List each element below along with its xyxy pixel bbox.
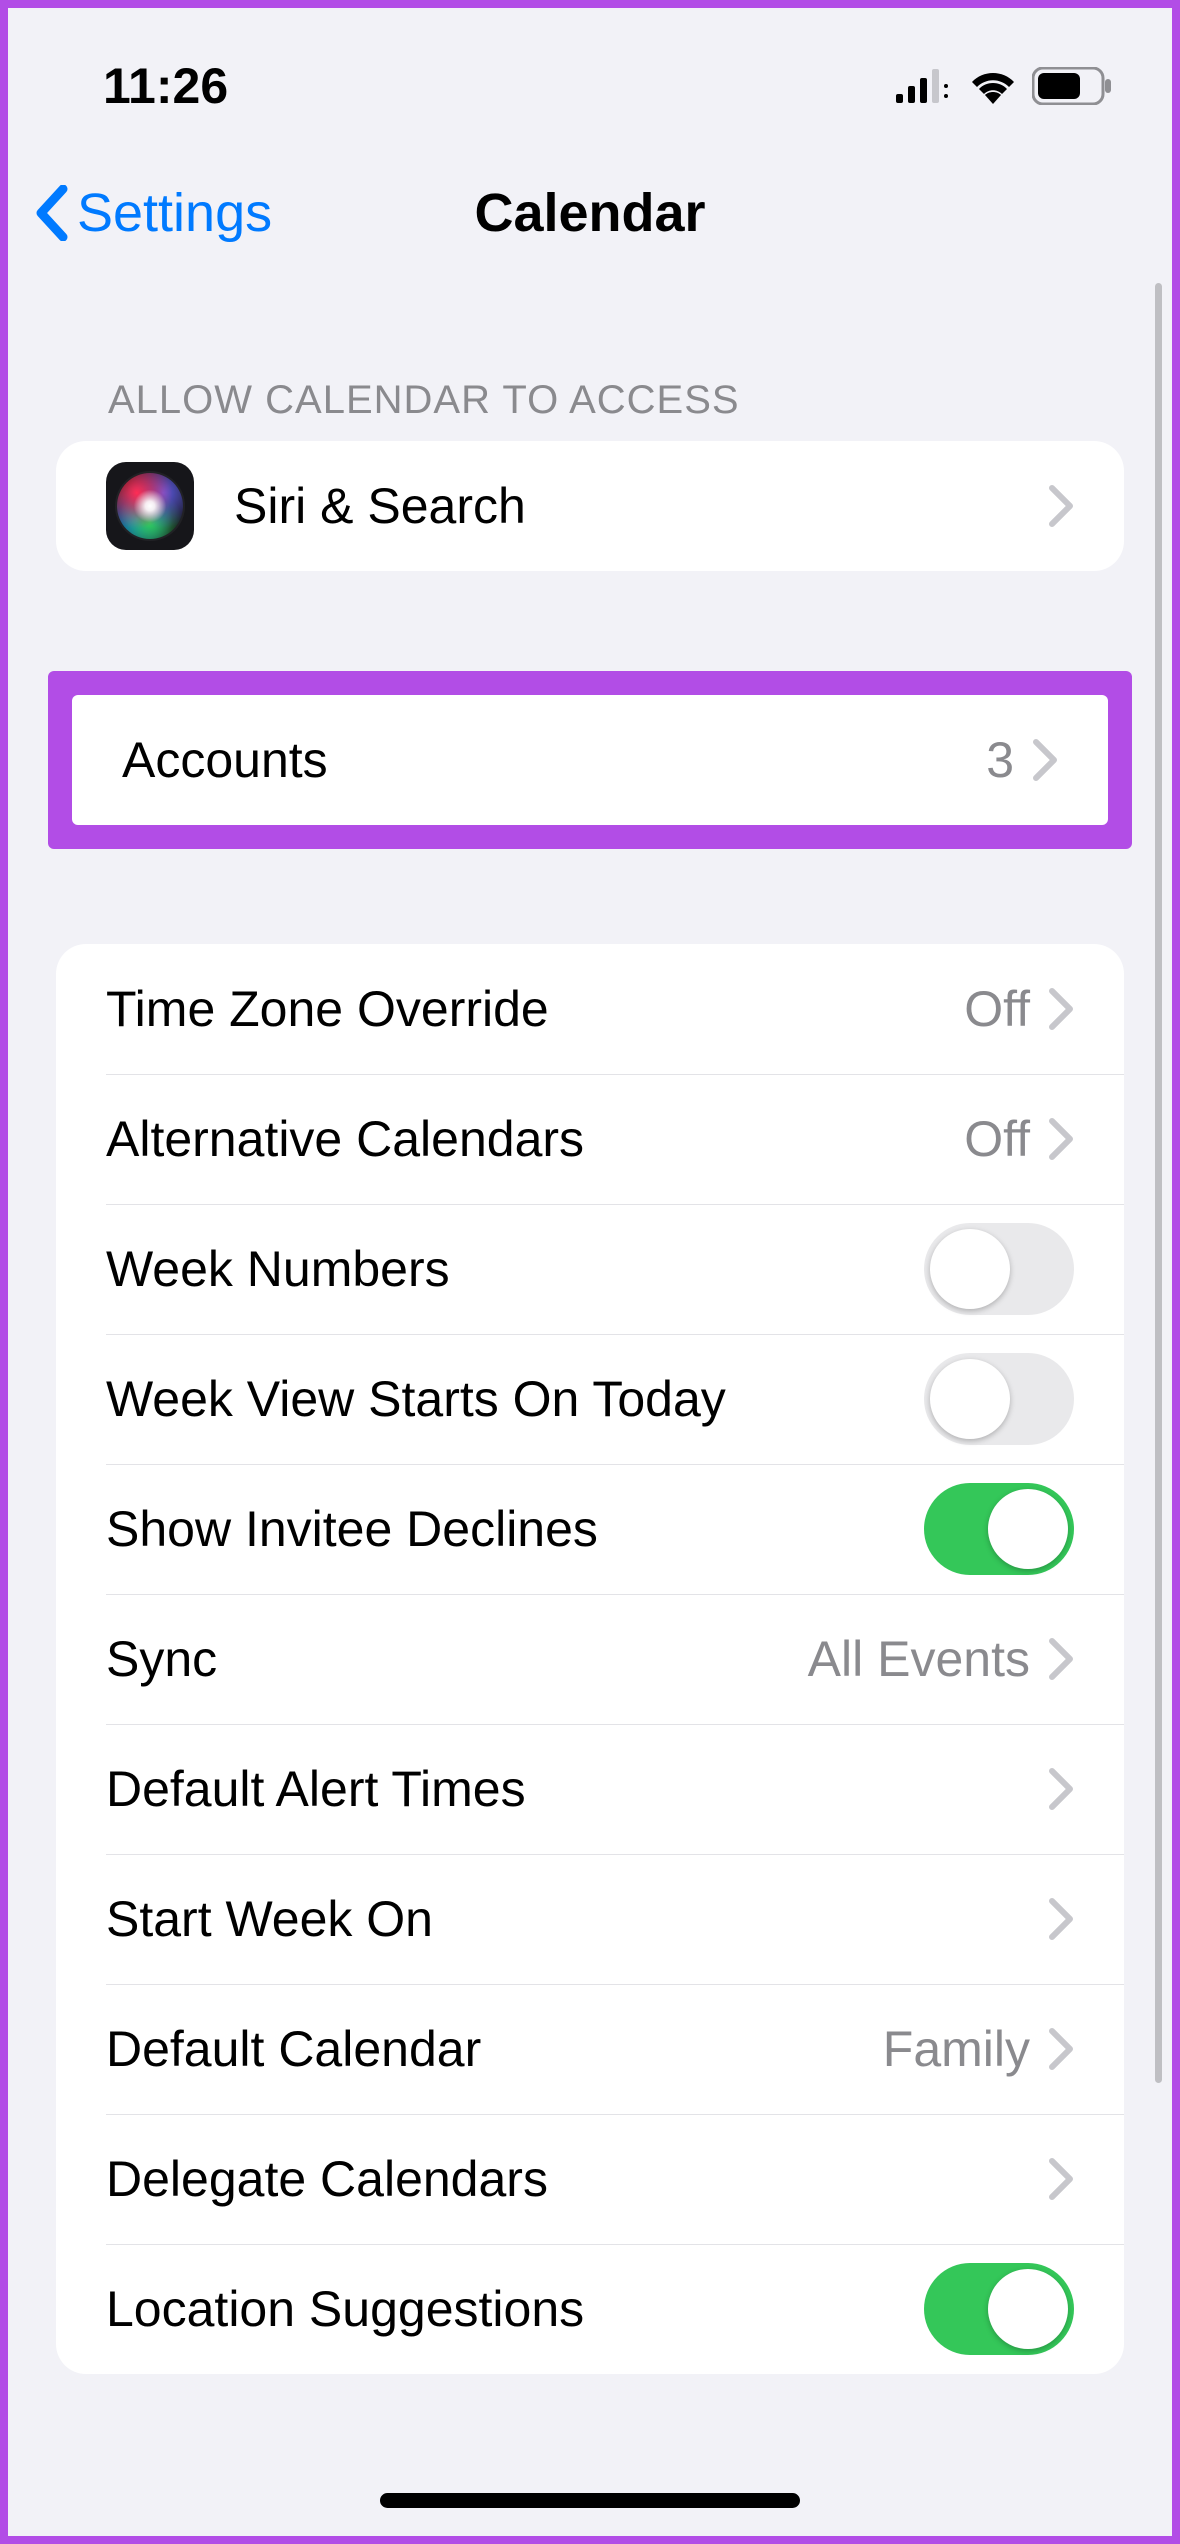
status-time: 11:26 [103,57,228,115]
chevron-left-icon [33,185,69,241]
row-value: Off [964,980,1030,1038]
row-label: Siri & Search [234,477,1048,535]
scroll-indicator[interactable] [1155,283,1162,2083]
row-delegate-calendars[interactable]: Delegate Calendars [56,2114,1124,2244]
row-label: Default Alert Times [106,1760,1048,1818]
row-siri-search[interactable]: Siri & Search [56,441,1124,571]
nav-bar: Settings Calendar [8,153,1172,273]
row-accounts[interactable]: Accounts 3 [72,695,1108,825]
row-week-view-today[interactable]: Week View Starts On Today [56,1334,1124,1464]
row-label: Time Zone Override [106,980,964,1038]
group-header-access: Allow Calendar to Access [108,378,1172,423]
row-label: Start Week On [106,1890,1048,1948]
row-value: Family [883,2020,1030,2078]
battery-icon [1032,67,1112,105]
row-default-calendar[interactable]: Default Calendar Family [56,1984,1124,2114]
row-location-suggestions[interactable]: Location Suggestions [56,2244,1124,2374]
row-label: Show Invitee Declines [106,1500,924,1558]
status-bar: 11:26 [8,8,1172,143]
row-label: Delegate Calendars [106,2150,1048,2208]
accounts-card: Accounts 3 [72,695,1108,825]
settings-group: Time Zone Override Off Alternative Calen… [8,944,1172,2374]
chevron-right-icon [1048,1897,1074,1941]
row-show-invitee-declines[interactable]: Show Invitee Declines [56,1464,1124,1594]
row-label: Sync [106,1630,808,1688]
row-label: Alternative Calendars [106,1110,964,1168]
row-sync[interactable]: Sync All Events [56,1594,1124,1724]
row-week-numbers[interactable]: Week Numbers [56,1204,1124,1334]
row-label: Week View Starts On Today [106,1370,924,1428]
status-icons [896,67,1112,105]
row-time-zone-override[interactable]: Time Zone Override Off [56,944,1124,1074]
chevron-right-icon [1048,2027,1074,2071]
row-value: All Events [808,1630,1030,1688]
cellular-icon [896,69,954,103]
chevron-right-icon [1048,1767,1074,1811]
chevron-right-icon [1048,987,1074,1031]
wifi-icon [968,68,1018,104]
settings-card: Time Zone Override Off Alternative Calen… [56,944,1124,2374]
back-button[interactable]: Settings [8,182,272,244]
row-label: Default Calendar [106,2020,883,2078]
row-default-alert-times[interactable]: Default Alert Times [56,1724,1124,1854]
row-alternative-calendars[interactable]: Alternative Calendars Off [56,1074,1124,1204]
page-title: Calendar [474,182,705,244]
row-value: Off [964,1110,1030,1168]
row-label: Week Numbers [106,1240,924,1298]
siri-card: Siri & Search [56,441,1124,571]
home-indicator[interactable] [380,2493,800,2508]
toggle-location-suggestions[interactable] [924,2263,1074,2355]
back-label: Settings [77,182,272,244]
screen: 11:26 [0,0,1180,2544]
row-label: Accounts [122,731,986,789]
toggle-show-invitee-declines[interactable] [924,1483,1074,1575]
chevron-right-icon [1032,738,1058,782]
toggle-week-numbers[interactable] [924,1223,1074,1315]
chevron-right-icon [1048,1117,1074,1161]
chevron-right-icon [1048,1637,1074,1681]
highlight-accounts: Accounts 3 [48,671,1132,849]
row-label: Location Suggestions [106,2280,924,2338]
toggle-week-view-today[interactable] [924,1353,1074,1445]
chevron-right-icon [1048,2157,1074,2201]
row-value: 3 [986,731,1014,789]
chevron-right-icon [1048,484,1074,528]
row-start-week-on[interactable]: Start Week On [56,1854,1124,1984]
siri-icon [106,462,194,550]
